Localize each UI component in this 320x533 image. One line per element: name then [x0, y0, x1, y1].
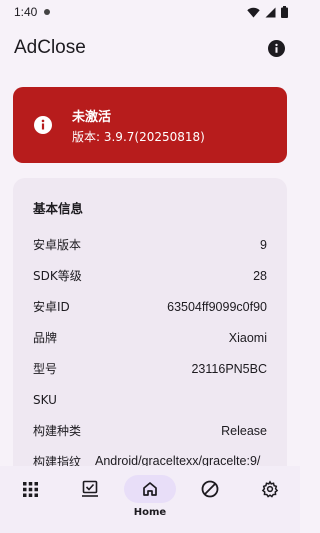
bottom-navigation: Home [0, 466, 300, 533]
nav-label: Home [133, 507, 167, 518]
activation-status-text: 未激活 版本: 3.9.7(20250818) [72, 106, 205, 145]
row-value: Xiaomi [228, 330, 267, 345]
status-bar: 1:40 [0, 0, 300, 24]
row-label: SDK等级 [33, 269, 82, 283]
signal-icon [265, 7, 276, 17]
info-row-android-id: 安卓ID 63504ff9099c0f90 [33, 291, 267, 322]
app-bar: AdClose [0, 28, 300, 68]
row-label: SKU [33, 392, 57, 407]
apps-grid-icon [22, 481, 38, 497]
nav-pill [244, 475, 296, 503]
app-title: AdClose [14, 37, 86, 58]
task-check-icon [82, 480, 98, 497]
row-value: 63504ff9099c0f90 [167, 299, 267, 314]
nav-item-home[interactable]: Home [120, 475, 180, 518]
info-row-build-type: 构建种类 Release [33, 415, 267, 446]
info-row-sdk-level: SDK等级 28 [33, 260, 267, 291]
nav-pill-active [124, 475, 176, 503]
nav-pill [184, 475, 236, 503]
info-row-model: 型号 23116PN5BC [33, 353, 267, 384]
settings-gear-icon [261, 480, 279, 498]
home-icon [143, 482, 157, 496]
info-icon [267, 39, 285, 57]
row-value: 9 [260, 237, 267, 252]
notification-dot-icon [44, 9, 51, 15]
basic-info-card: 基本信息 安卓版本 9 SDK等级 28 安卓ID 63504ff9099c0f… [13, 178, 287, 478]
nav-pill [64, 475, 116, 503]
info-row-android-version: 安卓版本 9 [33, 229, 267, 260]
nav-item-tasks[interactable] [60, 475, 120, 507]
app-version: 版本: 3.9.7(20250818) [72, 129, 205, 144]
row-label: 安卓版本 [33, 238, 82, 252]
battery-icon [281, 6, 288, 18]
nav-item-apps[interactable] [0, 475, 60, 507]
info-badge-icon [34, 116, 52, 134]
row-label: 构建种类 [33, 424, 82, 438]
row-label: 品牌 [33, 331, 58, 345]
row-label: 型号 [33, 362, 58, 376]
activation-status-card[interactable]: 未激活 版本: 3.9.7(20250818) [13, 87, 287, 163]
row-value: 23116PN5BC [191, 361, 267, 376]
section-title: 基本信息 [33, 201, 84, 216]
row-label: 安卓ID [33, 300, 70, 314]
activation-status-title: 未激活 [72, 109, 112, 125]
info-button[interactable] [264, 36, 288, 60]
nav-item-settings[interactable] [240, 475, 300, 507]
info-row-brand: 品牌 Xiaomi [33, 322, 267, 353]
nav-pill [4, 475, 56, 503]
wifi-icon [247, 7, 260, 17]
nav-item-block[interactable] [180, 475, 240, 507]
block-icon [201, 480, 219, 498]
info-row-sku: SKU [33, 384, 267, 415]
row-value: 28 [253, 268, 267, 283]
row-value: Release [221, 423, 267, 438]
status-icons [247, 6, 288, 18]
status-time: 1:40 [14, 5, 38, 19]
